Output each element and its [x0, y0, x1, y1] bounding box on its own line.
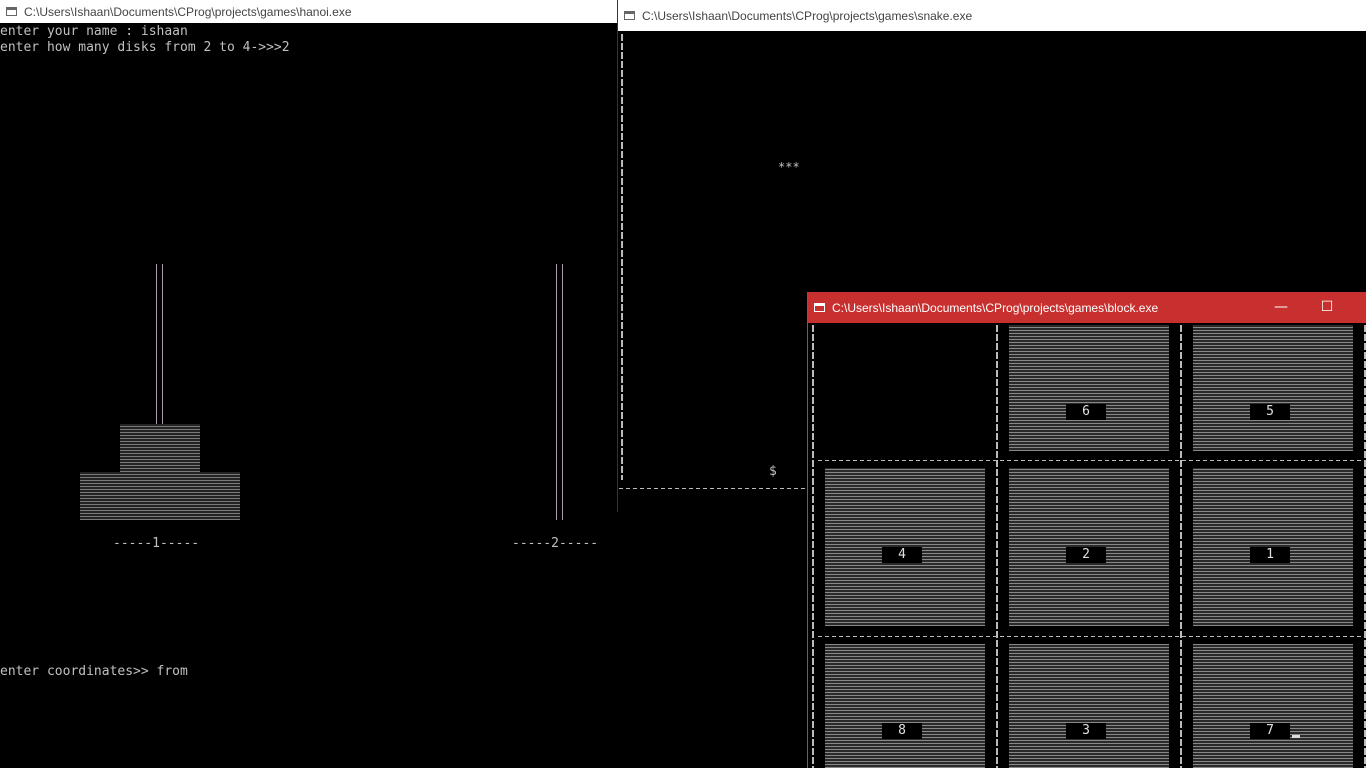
tile-number: 5	[1250, 404, 1290, 420]
snake-titlebar[interactable]: C:\Users\Ishaan\Documents\CProg\projects…	[618, 0, 1366, 31]
name-prompt-line: enter your name : ishaan	[0, 24, 188, 39]
peg-2-label: -----2-----	[512, 536, 599, 551]
hanoi-title: C:\Users\Ishaan\Documents\CProg\projects…	[24, 4, 352, 19]
console-app-icon	[624, 11, 635, 20]
hanoi-titlebar[interactable]: C:\Users\Ishaan\Documents\CProg\projects…	[0, 0, 617, 23]
grid-left-border	[812, 325, 814, 768]
tile-7[interactable]: 7	[1193, 644, 1353, 768]
tile-number: 3	[1066, 723, 1106, 739]
snake-food: $	[769, 464, 777, 479]
tile-4[interactable]: 4	[825, 468, 985, 626]
tile-1[interactable]: 1	[1193, 468, 1353, 626]
disks-prompt-line: enter how many disks from 2 to 4->>>2	[0, 40, 290, 55]
peg-1-label: -----1-----	[113, 536, 200, 551]
snake-left-wall	[621, 34, 623, 480]
grid-divider-1	[996, 325, 998, 768]
grid-row-divider-1	[818, 460, 1364, 461]
tile-number: 7	[1250, 723, 1290, 739]
snake-body: ***	[778, 160, 800, 174]
minimize-button[interactable]: —	[1258, 292, 1304, 323]
grid-divider-2	[1180, 325, 1182, 768]
snake-title: C:\Users\Ishaan\Documents\CProg\projects…	[642, 8, 973, 23]
block-window[interactable]: C:\Users\Ishaan\Documents\CProg\projects…	[807, 292, 1366, 768]
peg-2-rod	[555, 264, 565, 520]
tile-number: 1	[1250, 547, 1290, 563]
tile-2[interactable]: 2	[1009, 468, 1169, 626]
console-app-icon	[814, 303, 825, 312]
text-cursor	[1292, 735, 1300, 738]
maximize-button[interactable]: ☐	[1304, 292, 1350, 323]
tile-number: 8	[882, 723, 922, 739]
peg-1-rod	[155, 264, 165, 424]
tile-8[interactable]: 8	[825, 644, 985, 768]
tile-6[interactable]: 6	[1009, 325, 1169, 451]
tile-number: 6	[1066, 404, 1106, 420]
disk-large	[80, 472, 240, 520]
coordinates-prompt[interactable]: enter coordinates>> from	[0, 664, 188, 680]
tile-5[interactable]: 5	[1193, 325, 1353, 451]
console-app-icon	[6, 7, 17, 16]
tile-3[interactable]: 3	[1009, 644, 1169, 768]
hanoi-window[interactable]: C:\Users\Ishaan\Documents\CProg\projects…	[0, 0, 617, 768]
grid-row-divider-2	[818, 636, 1364, 637]
tile-empty[interactable]	[825, 325, 985, 451]
snake-bottom-wall	[619, 488, 809, 489]
disk-small	[120, 424, 200, 472]
block-title: C:\Users\Ishaan\Documents\CProg\projects…	[832, 300, 1159, 315]
tile-number: 2	[1066, 547, 1106, 563]
tile-number: 4	[882, 547, 922, 563]
